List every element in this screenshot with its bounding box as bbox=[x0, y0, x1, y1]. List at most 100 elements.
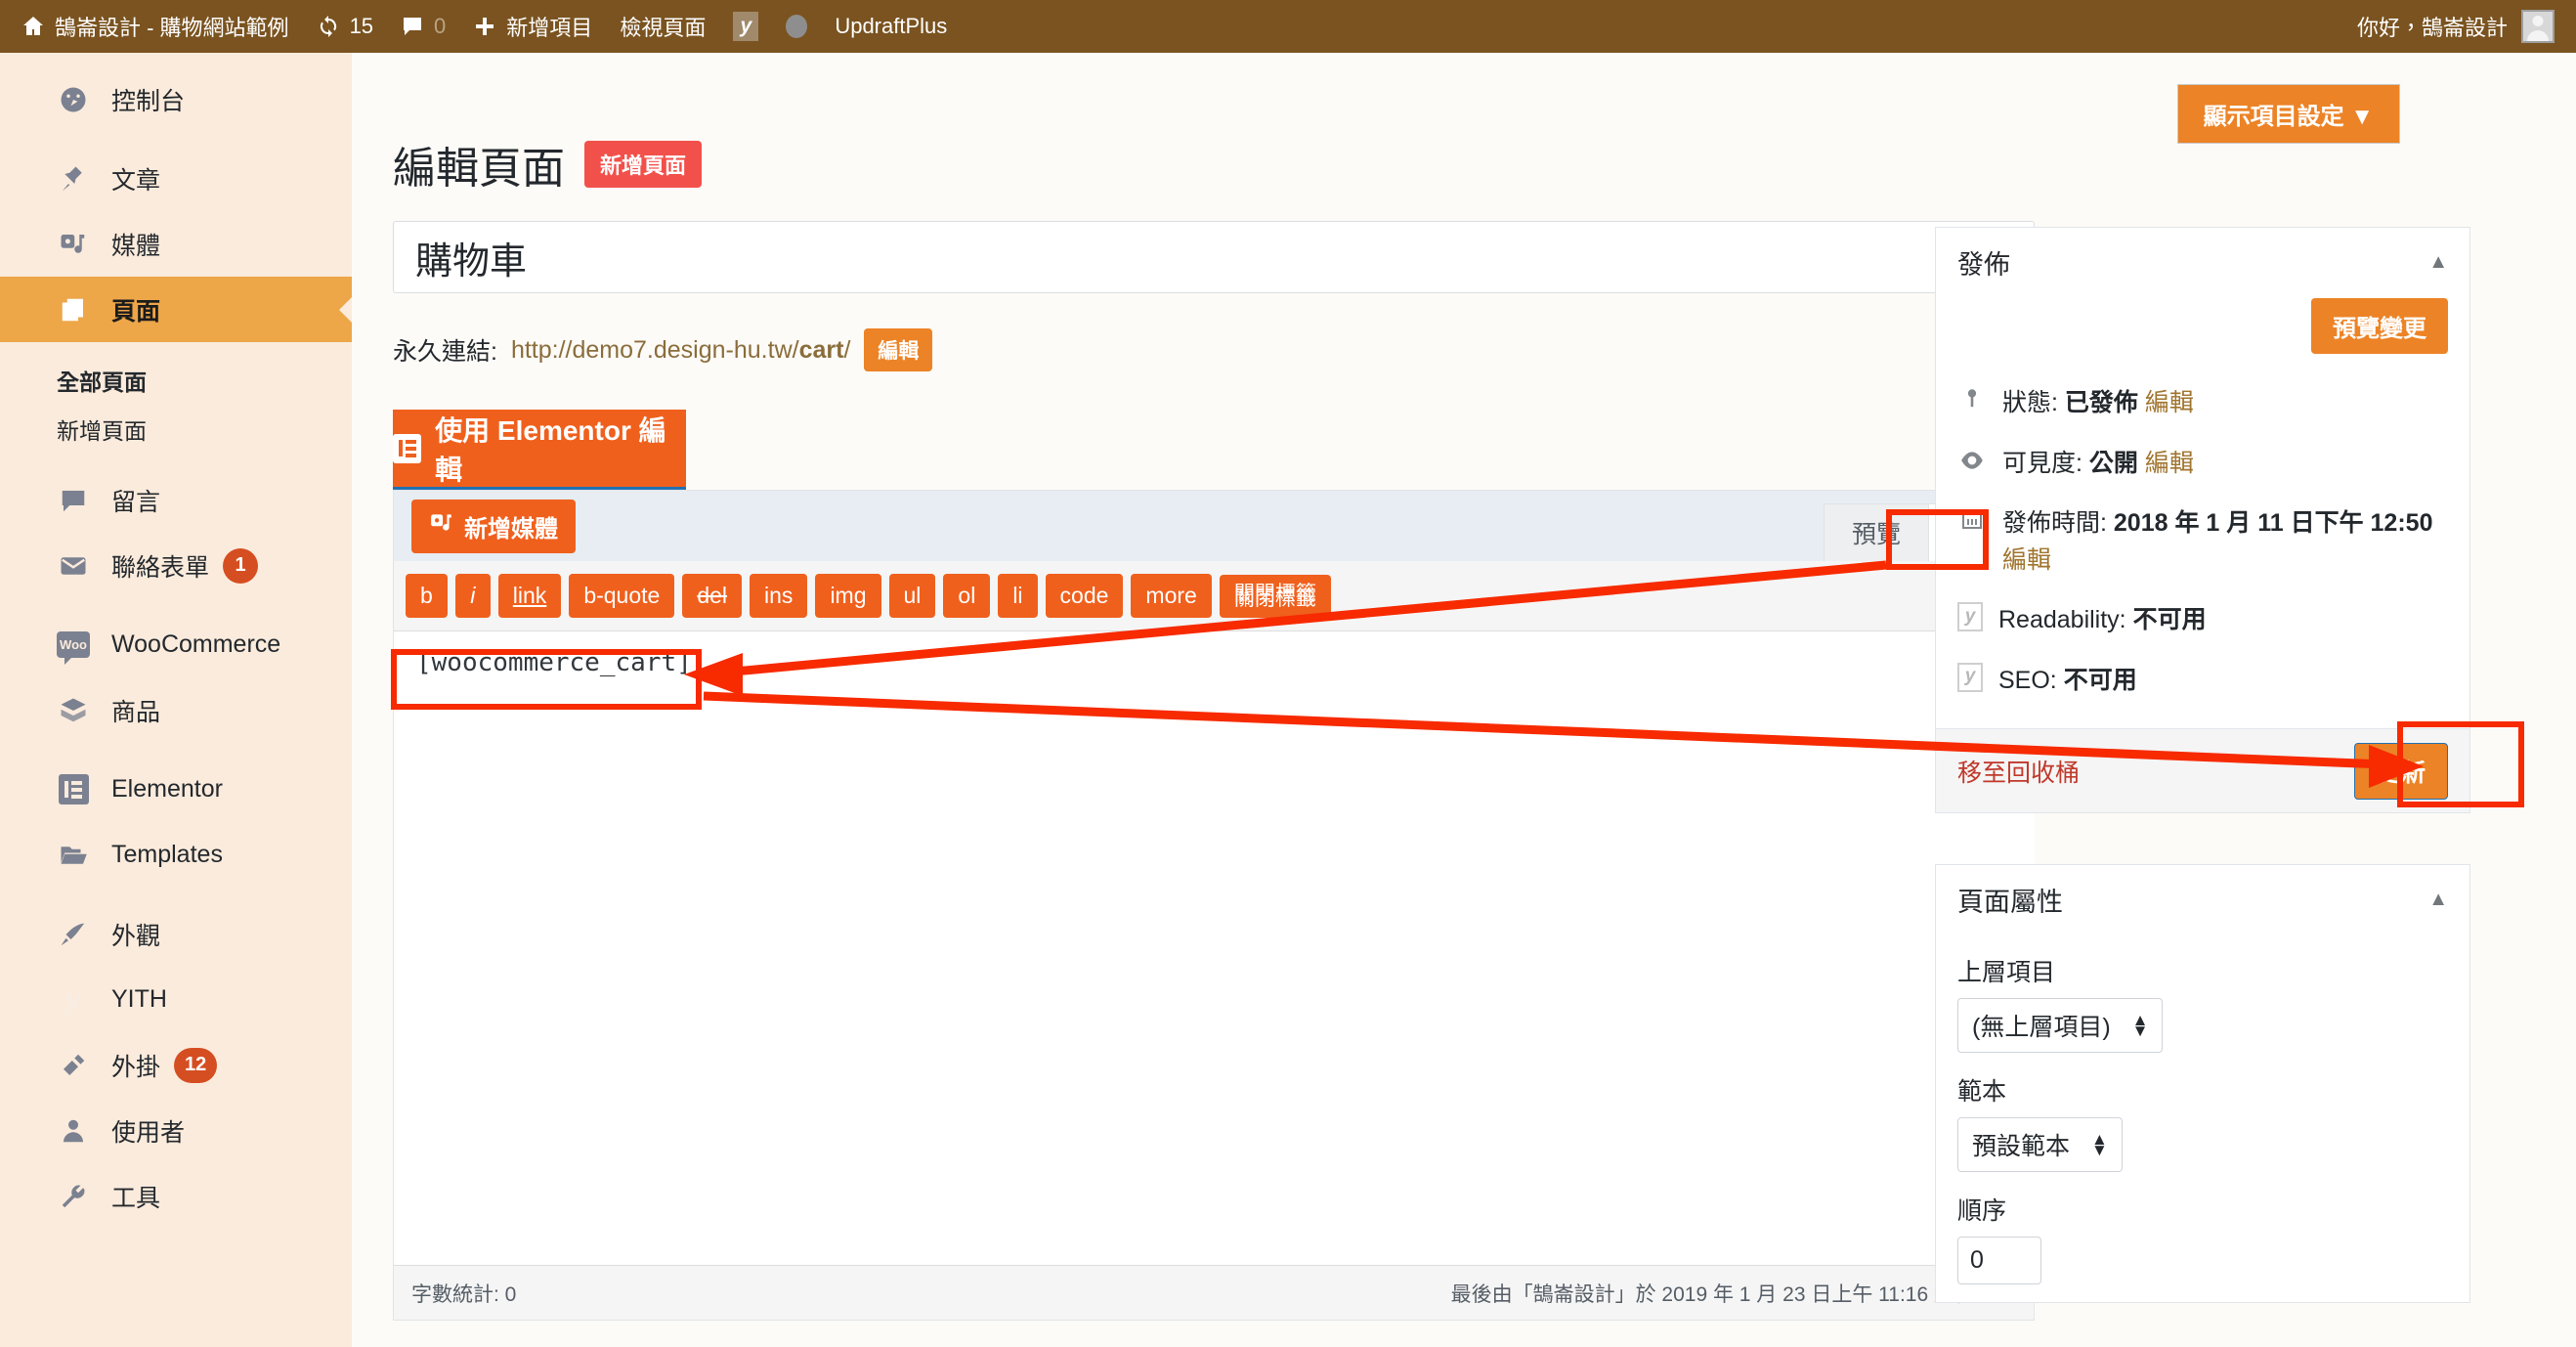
adminbar-updraft-label: UpdraftPlus bbox=[835, 14, 948, 38]
page-title-row: 編輯頁面 新增頁面 bbox=[393, 133, 703, 196]
sidebar-item-elementor[interactable]: Elementor bbox=[0, 757, 352, 822]
quicktag-ol[interactable]: ol bbox=[943, 574, 991, 618]
preview-changes-button[interactable]: 預覽變更 bbox=[2311, 298, 2448, 354]
editor-status-bar: 字數統計: 0 最後由「鵠崙設計」於 2019 年 1 月 23 日上午 11:… bbox=[394, 1265, 2034, 1320]
admin-bar: 鵠崙設計 - 購物網站範例 15 0 新增項目 檢視頁面 y UpdraftPl… bbox=[0, 0, 2576, 53]
publish-visibility-row: 可見度: 公開 編輯 bbox=[1957, 434, 2448, 495]
sidebar-item-posts[interactable]: 文章 bbox=[0, 146, 352, 211]
sidebar-item-templates[interactable]: Templates bbox=[0, 822, 352, 888]
quicktag-img[interactable]: img bbox=[815, 574, 881, 618]
plug-icon bbox=[57, 1051, 90, 1080]
move-to-trash-link[interactable]: 移至回收桶 bbox=[1957, 754, 2080, 789]
permalink-url-prefix: http://demo7.design-hu.tw/ bbox=[510, 335, 799, 364]
publish-schedule-row: 發佈時間: 2018 年 1 月 11 日下午 12:50 編輯 bbox=[1957, 494, 2448, 590]
quicktag-li[interactable]: li bbox=[998, 574, 1038, 618]
adminbar-view-page-label: 檢視頁面 bbox=[620, 16, 707, 40]
home-icon bbox=[21, 15, 45, 38]
sidebar-item-comments[interactable]: 留言 bbox=[0, 467, 352, 533]
paintbrush-icon bbox=[57, 920, 90, 949]
sidebar-item-tools[interactable]: 工具 bbox=[0, 1163, 352, 1229]
add-media-button[interactable]: 新增媒體 bbox=[411, 499, 576, 553]
sidebar-subitem-new-page[interactable]: 新增頁面 bbox=[0, 405, 352, 454]
permalink-url[interactable]: http://demo7.design-hu.tw/cart/ bbox=[511, 336, 850, 365]
sidebar-subitem-all-pages[interactable]: 全部頁面 bbox=[0, 356, 352, 405]
yoast-icon: y bbox=[733, 12, 759, 41]
sidebar-item-contact-forms[interactable]: 聯絡表單 1 bbox=[0, 533, 352, 598]
editor-textarea[interactable]: [woocommerce_cart] bbox=[395, 632, 2035, 1214]
template-select[interactable]: 預設範本 ▲ ▼ bbox=[1957, 1117, 2123, 1172]
sidebar-item-label: Templates bbox=[111, 841, 223, 868]
permalink-row: 永久連結: http://demo7.design-hu.tw/cart/ 編輯 bbox=[393, 328, 933, 371]
quicktag-del[interactable]: del bbox=[682, 574, 743, 618]
parent-select[interactable]: (無上層項目) ▲ ▼ bbox=[1957, 998, 2164, 1053]
main-content: 顯示項目設定 ▼ 編輯頁面 新增頁面 購物車 永久連結: http://demo… bbox=[352, 53, 2576, 1347]
publish-status-row: 狀態: 已發佈 編輯 bbox=[1957, 373, 2448, 434]
sidebar-item-appearance[interactable]: 外觀 bbox=[0, 901, 352, 967]
tab-visual[interactable]: 預覽 bbox=[1823, 503, 1929, 561]
edit-with-elementor-label: 使用 Elementor 編輯 bbox=[435, 414, 666, 485]
comment-icon bbox=[57, 486, 90, 515]
quicktag-code[interactable]: code bbox=[1045, 574, 1124, 618]
add-media-label: 新增媒體 bbox=[464, 515, 558, 543]
publish-visibility-edit-link[interactable]: 編輯 bbox=[2145, 450, 2194, 477]
publish-status-edit-link[interactable]: 編輯 bbox=[2145, 389, 2194, 416]
quicktag-close-tags[interactable]: 關閉標籤 關閉標籤 bbox=[1219, 574, 1331, 618]
caret-up-icon[interactable]: ▲ bbox=[2428, 889, 2448, 911]
plus-icon bbox=[473, 15, 496, 38]
quicktag-ins[interactable]: ins bbox=[750, 574, 808, 618]
sidebar-count-badge: 1 bbox=[223, 547, 259, 584]
sidebar-item-label: YITH bbox=[111, 985, 167, 1013]
template-select-value: 預設範本 bbox=[1972, 1133, 2071, 1160]
yith-icon: y bbox=[64, 982, 82, 1016]
edit-with-elementor-button[interactable]: 使用 Elementor 編輯 bbox=[393, 410, 686, 490]
yoast-icon: y bbox=[1957, 602, 1983, 631]
caret-up-icon[interactable]: ▲ bbox=[2428, 251, 2448, 274]
adminbar-updraftplus[interactable]: UpdraftPlus bbox=[821, 0, 961, 53]
quicktag-b[interactable]: b bbox=[406, 574, 448, 618]
publish-readability-row: y Readability: 不可用 bbox=[1957, 590, 2448, 651]
page-attributes-header[interactable]: 頁面屬性 ▲ bbox=[1936, 865, 2469, 934]
update-button[interactable]: 更新 bbox=[2353, 742, 2448, 800]
sidebar-item-label: WooCommerce bbox=[111, 630, 281, 658]
sidebar-item-media[interactable]: 媒體 bbox=[0, 211, 352, 277]
quicktag-b-quote[interactable]: b-quote bbox=[569, 574, 675, 618]
publish-schedule-edit-link[interactable]: 編輯 bbox=[2002, 546, 2051, 574]
permalink-edit-button[interactable]: 編輯 bbox=[864, 328, 933, 371]
woo-icon: Woo bbox=[57, 631, 90, 665]
add-new-page-button[interactable]: 新增頁面 bbox=[584, 141, 703, 188]
page-attributes-body: 上層項目 (無上層項目) ▲ ▼ 範本 預設範本 ▲ ▼ 順序 0 bbox=[1936, 953, 2469, 1302]
quicktag-ul[interactable]: ul bbox=[888, 574, 936, 618]
adminbar-yoast[interactable]: y bbox=[719, 0, 772, 53]
adminbar-new-content[interactable]: 新增項目 bbox=[459, 0, 606, 53]
adminbar-account[interactable]: 你好，鵠崙設計 bbox=[2357, 10, 2576, 43]
adminbar-view-page[interactable]: 檢視頁面 bbox=[606, 0, 719, 53]
adminbar-site-name[interactable]: 鵠崙設計 - 購物網站範例 bbox=[0, 0, 303, 53]
adminbar-grey-indicator[interactable] bbox=[772, 0, 821, 53]
pin-marker-icon bbox=[1957, 385, 1987, 422]
sidebar-item-pages[interactable]: 頁面 bbox=[0, 277, 352, 342]
sidebar-item-plugins[interactable]: 外掛 12 bbox=[0, 1032, 352, 1098]
adminbar-new-label: 新增項目 bbox=[506, 16, 593, 40]
sidebar-item-yith[interactable]: y YITH bbox=[0, 967, 352, 1032]
adminbar-comments[interactable]: 0 bbox=[387, 0, 459, 53]
adminbar-updates[interactable]: 15 bbox=[303, 0, 387, 53]
editor-media-bar: 新增媒體 預覽 文字 bbox=[394, 491, 2034, 561]
publish-status-label: 狀態: bbox=[2002, 389, 2058, 416]
quicktag-i[interactable]: i bbox=[454, 574, 491, 618]
sidebar-item-dashboard[interactable]: 控制台 bbox=[0, 66, 352, 132]
folder-open-icon bbox=[57, 841, 90, 870]
quicktag-link[interactable]: link bbox=[497, 574, 562, 618]
show-settings-button[interactable]: 顯示項目設定 ▼ bbox=[2176, 84, 2400, 144]
sidebar-item-users[interactable]: 使用者 bbox=[0, 1098, 352, 1163]
adminbar-howdy: 你好，鵠崙設計 bbox=[2356, 16, 2508, 40]
permalink-url-slug: cart bbox=[798, 335, 844, 364]
sidebar-count-badge: 12 bbox=[174, 1047, 218, 1083]
publish-seo-row: y SEO: 不可用 bbox=[1957, 651, 2448, 712]
quicktag-more[interactable]: more bbox=[1131, 574, 1212, 618]
page-title-input[interactable]: 購物車 bbox=[393, 221, 2035, 293]
sidebar-item-products[interactable]: 商品 bbox=[0, 677, 352, 743]
publish-panel-header[interactable]: 發佈 ▲ bbox=[1936, 228, 2469, 296]
order-input[interactable]: 0 bbox=[1957, 1237, 2041, 1284]
sidebar-item-woocommerce[interactable]: Woo WooCommerce bbox=[0, 612, 352, 677]
chevron-updown-icon: ▲ ▼ bbox=[2131, 1010, 2149, 1040]
